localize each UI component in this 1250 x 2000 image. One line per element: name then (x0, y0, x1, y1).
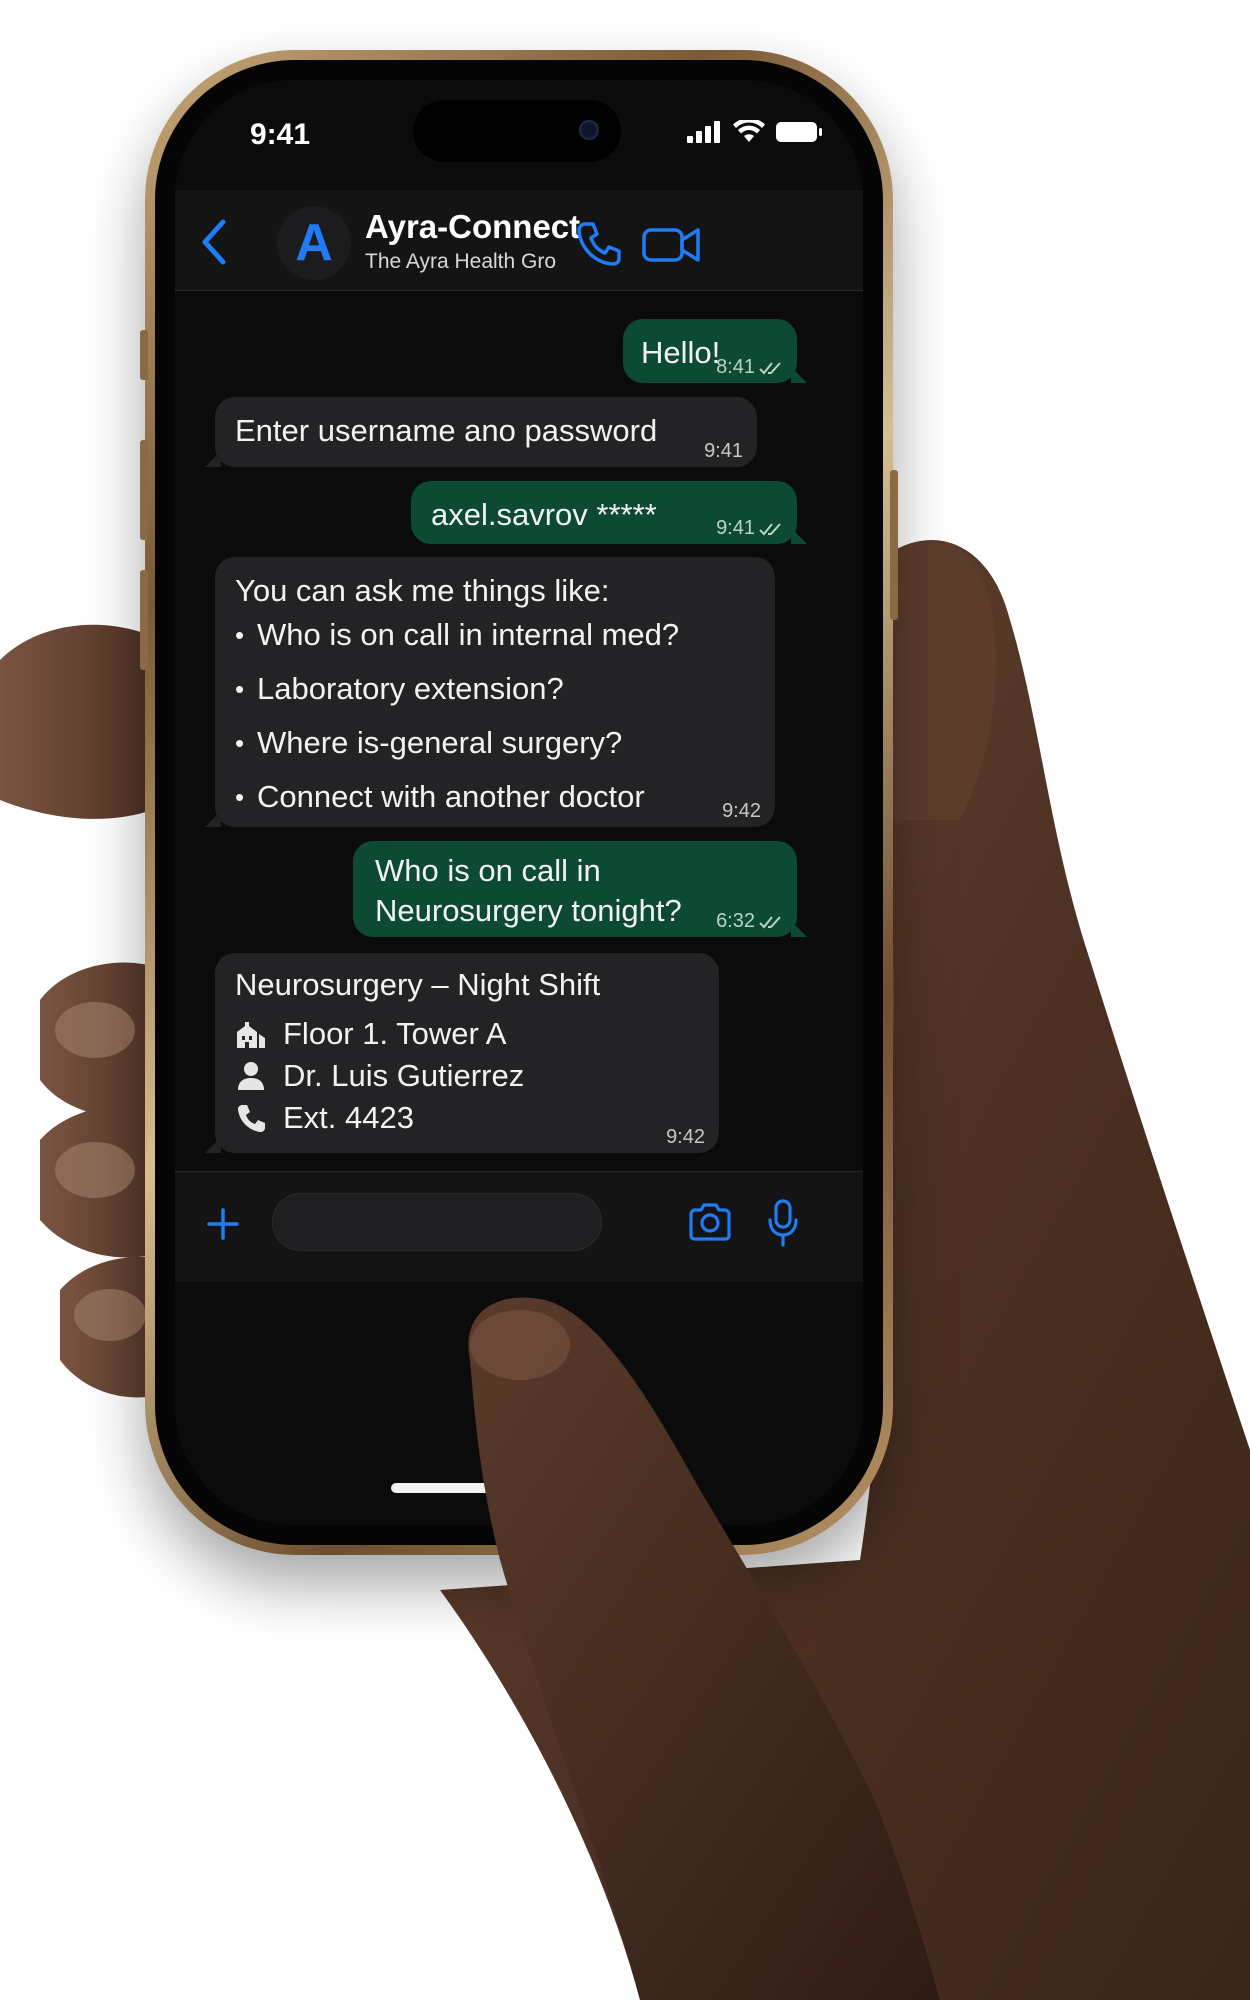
double-check-icon (759, 522, 781, 535)
phone-call-icon[interactable] (573, 218, 625, 270)
outgoing-message[interactable]: axel.savrov ***** 9:41 (411, 481, 807, 544)
battery-icon (776, 122, 822, 142)
building-icon (237, 1022, 265, 1048)
message-time: 9:42 (722, 800, 761, 822)
phone-screen: 9:41 A Ayra-Connect The Ayra Health Gro (175, 80, 863, 1525)
suggestion-item: Who is on call in internal med? (235, 615, 755, 655)
message-text: Enter username ano password (235, 413, 658, 448)
chat-header: A Ayra-Connect The Ayra Health Gro (175, 190, 863, 291)
wifi-icon (733, 120, 765, 142)
avatar[interactable]: A (277, 206, 351, 280)
message-input[interactable] (272, 1193, 602, 1251)
camera-icon[interactable] (687, 1202, 733, 1242)
phone-side-button (140, 330, 148, 380)
message-meta: 9:42 (722, 800, 761, 823)
message-text-line: Neurosurgery tonight? (375, 893, 682, 928)
suggestion-list: Who is on call in internal med? Laborato… (235, 615, 755, 817)
phone-side-button (890, 470, 898, 620)
message-meta: 6:32 (716, 910, 783, 933)
double-check-icon (759, 915, 781, 928)
phone-side-button (140, 440, 148, 540)
message-time: 8:41 (716, 356, 755, 378)
microphone-icon[interactable] (765, 1198, 801, 1248)
status-icons (687, 120, 823, 144)
message-time: 9:41 (716, 517, 755, 539)
shift-extension: Ext. 4423 (235, 1097, 699, 1139)
phone-side-button (140, 570, 148, 670)
message-input-bar (175, 1171, 863, 1282)
incoming-message[interactable]: Enter username ano password 9:41 (205, 397, 757, 467)
message-time: 9:41 (704, 440, 743, 462)
message-text: You can ask me things like: (235, 573, 610, 608)
cellular-signal-icon (687, 121, 720, 143)
incoming-message[interactable]: You can ask me things like: Who is on ca… (205, 557, 775, 827)
suggestion-item: Connect with another doctor (235, 777, 755, 817)
plus-icon[interactable] (203, 1204, 243, 1244)
shift-location: Floor 1. Tower A (235, 1013, 699, 1055)
status-time: 9:41 (250, 118, 311, 151)
front-camera (579, 120, 599, 140)
shift-title: Neurosurgery – Night Shift (235, 967, 601, 1002)
phone-icon (238, 1105, 265, 1132)
message-meta: 9:41 (716, 517, 783, 540)
message-meta: 9:42 (666, 1126, 705, 1149)
message-time: 6:32 (716, 910, 755, 932)
outgoing-message[interactable]: Hello! 8:41 (623, 319, 807, 383)
chat-title: Ayra-Connect (365, 208, 581, 245)
video-call-icon[interactable] (640, 218, 704, 270)
double-check-icon (759, 361, 781, 374)
chat-messages: Hello! 8:41 Enter username ano password … (175, 291, 863, 1171)
incoming-message[interactable]: Neurosurgery – Night Shift Floor 1. Towe… (205, 953, 719, 1153)
chat-subtitle: The Ayra Health Gro (365, 250, 557, 273)
message-meta: 8:41 (716, 356, 783, 379)
message-meta: 9:41 (704, 440, 743, 463)
suggestion-item: Laboratory extension? (235, 669, 755, 709)
person-icon (238, 1062, 264, 1090)
chevron-left-icon[interactable] (193, 212, 237, 272)
location-text: Floor 1. Tower A (283, 1016, 507, 1051)
shift-doctor: Dr. Luis Gutierrez (235, 1055, 699, 1097)
message-text-line: Who is on call in (375, 853, 601, 888)
extension-text: Ext. 4423 (283, 1100, 414, 1135)
outgoing-message[interactable]: Who is on call in Neurosurgery tonight? … (353, 841, 807, 937)
doctor-text: Dr. Luis Gutierrez (283, 1058, 525, 1093)
message-time: 9:42 (666, 1126, 705, 1148)
suggestion-item: Where is-general surgery? (235, 723, 755, 763)
home-indicator[interactable] (391, 1483, 647, 1493)
dynamic-island (413, 100, 621, 162)
